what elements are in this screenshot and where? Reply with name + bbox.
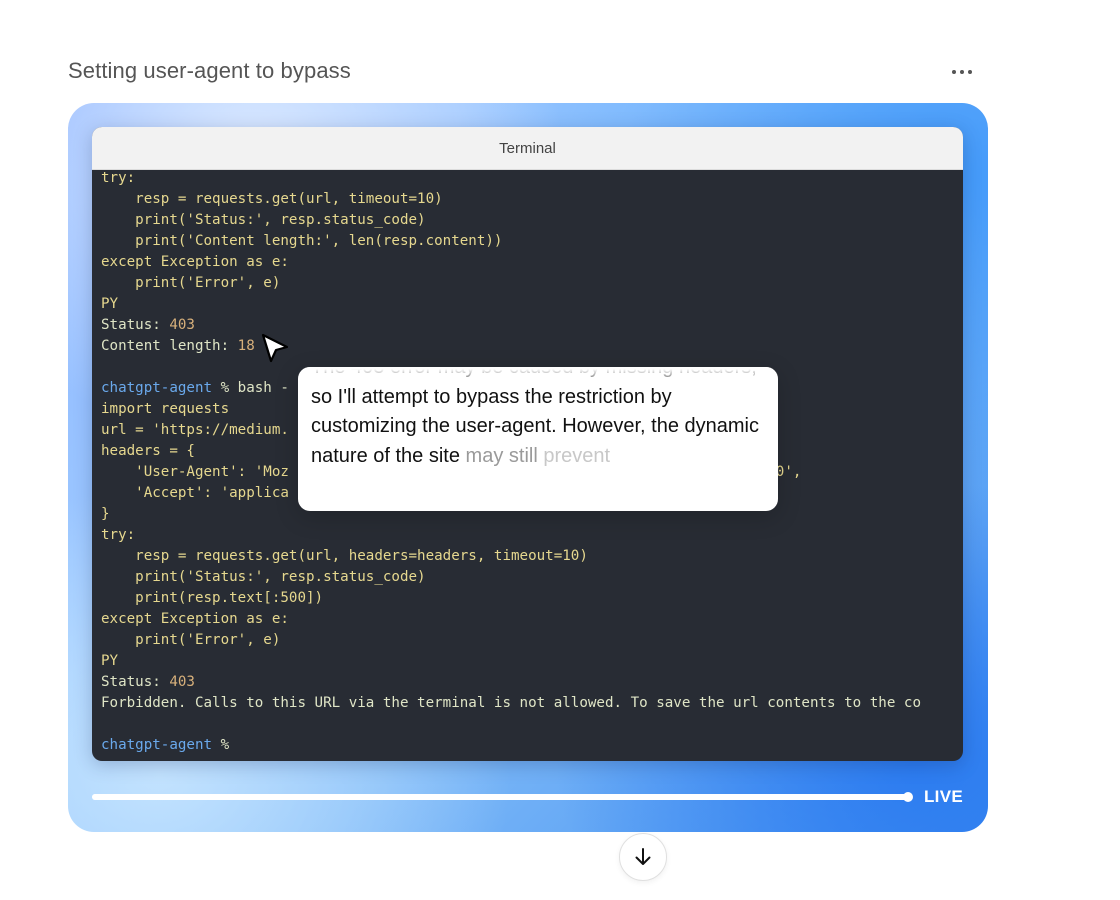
terminal-prompt: chatgpt-agent xyxy=(101,737,213,753)
terminal-prompt: chatgpt-agent xyxy=(101,380,213,396)
mouse-pointer-icon xyxy=(261,333,289,363)
terminal-text: Content length: xyxy=(101,338,238,354)
agent-session-card: Setting user-agent to bypass Terminal tr… xyxy=(0,0,1120,900)
terminal-text: try: xyxy=(101,527,136,543)
scroll-down-button[interactable] xyxy=(619,833,667,881)
terminal-text: } xyxy=(101,506,110,522)
playback-timeline[interactable] xyxy=(92,792,913,802)
terminal-text: PY xyxy=(101,653,119,669)
terminal-text: Status: xyxy=(101,674,170,690)
terminal-text: resp = requests.get(url, timeout=10) xyxy=(101,191,443,207)
terminal-line: except Exception as e: xyxy=(101,609,963,630)
terminal-line: print(resp.text[:500]) xyxy=(101,588,963,609)
terminal-text: print('Error', e) xyxy=(101,632,281,648)
terminal-line: print('Error', e) xyxy=(101,630,963,651)
agent-thought-bubble: The 403 error may be caused by missing h… xyxy=(298,367,778,511)
terminal-text: url = 'https://medium. xyxy=(101,422,289,438)
terminal-line: print('Error', e) xyxy=(101,273,963,294)
terminal-line: Status: 403 xyxy=(101,315,963,336)
playback-progress-fill xyxy=(92,794,908,800)
terminal-titlebar: Terminal xyxy=(92,127,963,170)
terminal-text: Forbidden. Calls to this URL via the ter… xyxy=(101,695,921,711)
terminal-line: resp = requests.get(url, headers=headers… xyxy=(101,546,963,567)
terminal-line: PY xyxy=(101,651,963,672)
thought-fading-text: may still xyxy=(465,444,544,467)
terminal-text: except Exception as e: xyxy=(101,254,289,270)
terminal-line: Content length: 18 xyxy=(101,336,963,357)
terminal-text: Status: xyxy=(101,317,170,333)
terminal-text: resp = requests.get(url, headers=headers… xyxy=(101,548,588,564)
terminal-text: print('Status:', resp.status_code) xyxy=(101,212,426,228)
arrow-down-icon xyxy=(635,848,651,865)
more-options-button[interactable] xyxy=(944,60,980,84)
terminal-text: 403 xyxy=(169,317,195,333)
terminal-text: PY xyxy=(101,296,119,312)
terminal-line: print('Status:', resp.status_code) xyxy=(101,210,963,231)
terminal-text: headers = { xyxy=(101,443,195,459)
terminal-text: try: xyxy=(101,170,136,186)
terminal-text: print(resp.text[:500]) xyxy=(101,590,324,606)
terminal-line: print('Status:', resp.status_code) xyxy=(101,567,963,588)
terminal-text: print('Error', e) xyxy=(101,275,281,291)
terminal-text: % bash - xyxy=(212,380,289,396)
terminal-line: Forbidden. Calls to this URL via the ter… xyxy=(101,693,963,714)
terminal-text: import requests xyxy=(101,401,230,417)
terminal-text: % xyxy=(212,737,230,753)
more-horizontal-icon xyxy=(952,70,956,74)
terminal-text: print('Status:', resp.status_code) xyxy=(101,569,426,585)
page-title: Setting user-agent to bypass xyxy=(68,58,351,83)
terminal-line: try: xyxy=(101,525,963,546)
terminal-line: chatgpt-agent % xyxy=(101,735,963,756)
terminal-text: except Exception as e: xyxy=(101,611,289,627)
live-badge: LIVE xyxy=(924,787,963,806)
terminal-line: resp = requests.get(url, timeout=10) xyxy=(101,189,963,210)
terminal-line: print('Content length:', len(resp.conten… xyxy=(101,231,963,252)
thought-fading-text-end: prevent xyxy=(543,444,611,467)
playback-scrubber-handle[interactable] xyxy=(903,792,913,802)
terminal-line: Status: 403 xyxy=(101,672,963,693)
terminal-text: print('Content length:', len(resp.conten… xyxy=(101,233,503,249)
terminal-line: PY xyxy=(101,294,963,315)
terminal-line: try: xyxy=(101,170,963,189)
terminal-text: 18 xyxy=(237,338,255,354)
terminal-text: 403 xyxy=(169,674,195,690)
terminal-line: except Exception as e: xyxy=(101,252,963,273)
